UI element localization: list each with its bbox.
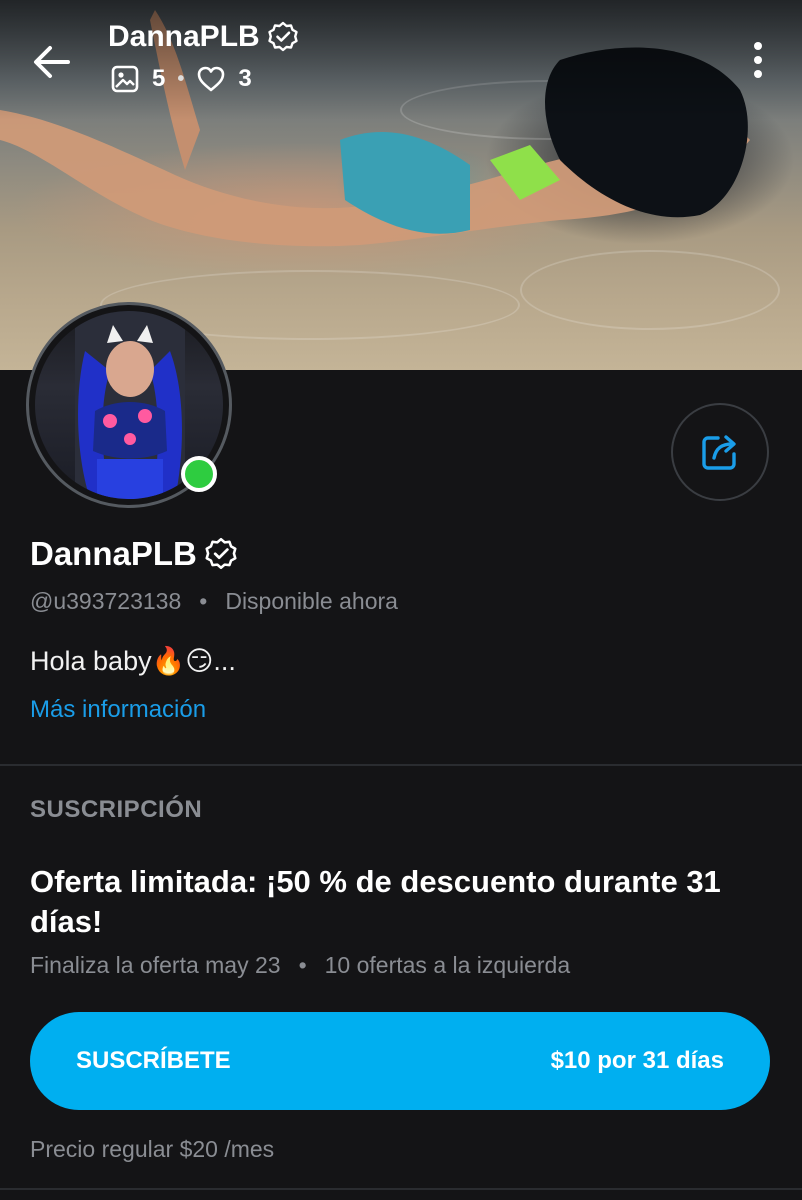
offer-meta: Finaliza la oferta may 23 • 10 ofertas a…	[30, 952, 570, 979]
stats-separator: •	[177, 67, 185, 90]
profile-display-name: DannaPLB	[30, 535, 197, 572]
more-vertical-icon	[754, 42, 762, 78]
profile-handle: @u393723138	[30, 588, 182, 614]
share-icon	[702, 435, 736, 470]
online-status-indicator	[181, 456, 217, 492]
more-options-button[interactable]	[740, 36, 776, 86]
meta-separator: •	[199, 588, 208, 614]
image-icon	[111, 65, 139, 93]
top-bar: DannaPLB 5 • 3	[0, 0, 802, 120]
availability-status: Disponible ahora	[225, 588, 398, 614]
back-button[interactable]	[24, 34, 80, 90]
section-divider	[0, 764, 802, 766]
offer-title: Oferta limitada: ¡50 % de descuento dura…	[30, 864, 721, 939]
bottom-divider	[0, 1188, 802, 1190]
subscription-section-title: SUSCRIPCIÓN	[30, 796, 203, 823]
profile-bio: Hola baby🔥😏...	[30, 646, 236, 676]
heart-icon	[198, 66, 225, 92]
subscribe-label: SUSCRÍBETE	[76, 1047, 231, 1074]
photos-count: 5	[152, 65, 166, 92]
verified-badge-icon	[205, 537, 237, 570]
header-stats: 5 • 3	[110, 64, 252, 94]
header-name: DannaPLB	[108, 20, 300, 54]
offers-left: 10 ofertas a la izquierda	[324, 952, 571, 978]
arrow-left-icon	[34, 46, 70, 78]
offer-end-date: Finaliza la oferta may 23	[30, 952, 281, 978]
header-username: DannaPLB	[108, 20, 260, 53]
offer-meta-separator: •	[298, 952, 307, 978]
likes-count: 3	[238, 65, 252, 92]
share-button[interactable]	[671, 403, 769, 501]
subscribe-price: $10 por 31 días	[550, 1047, 724, 1074]
more-info-link[interactable]: Más información	[30, 696, 206, 724]
verified-badge-icon	[267, 21, 298, 52]
regular-price: Precio regular $20 /mes	[30, 1136, 275, 1162]
profile-name: DannaPLB	[30, 535, 239, 573]
profile-meta: @u393723138 • Disponible ahora	[30, 588, 398, 615]
subscribe-button[interactable]: SUSCRÍBETE $10 por 31 días	[30, 1012, 770, 1110]
